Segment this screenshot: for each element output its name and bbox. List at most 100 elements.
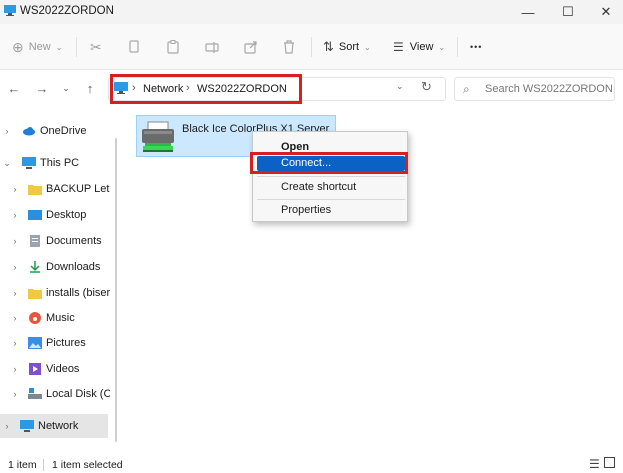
view-button[interactable]: ☰ View ⌄	[393, 36, 445, 58]
sort-label: Sort	[338, 41, 360, 53]
sort-button[interactable]: ⇅ Sort ⌄	[323, 36, 371, 58]
chevron-right-icon: ›	[13, 288, 17, 298]
arrow-up-icon: ↑	[86, 80, 94, 96]
sidebar-item-backup[interactable]: › BACKUP Letolt	[0, 177, 110, 201]
paste-button[interactable]	[167, 36, 179, 58]
sidebar-item-label: Documents	[46, 235, 102, 247]
trash-icon	[284, 40, 294, 54]
close-icon: ✕	[600, 4, 612, 19]
sidebar-item-local-disk[interactable]: › Local Disk (C:)	[0, 382, 110, 406]
menu-item-properties[interactable]: Properties	[281, 204, 331, 216]
sidebar-item-videos[interactable]: › Videos	[0, 357, 110, 381]
chevron-right-icon: ›	[13, 389, 17, 399]
sidebar-scrollbar[interactable]	[115, 138, 117, 442]
view-icon: ☰	[393, 40, 404, 54]
delete-button[interactable]	[283, 36, 295, 58]
chevron-down-icon: ⌄	[62, 82, 70, 93]
details-view-icon[interactable]: ☰	[589, 457, 600, 471]
chevron-right-icon: ›	[5, 421, 9, 431]
pictures-icon	[28, 337, 42, 349]
network-icon	[20, 420, 34, 432]
videos-icon	[29, 363, 41, 375]
view-label: View	[409, 41, 434, 53]
recent-locations-button[interactable]: ⌄	[58, 80, 74, 96]
sidebar-item-documents[interactable]: › Documents	[0, 229, 110, 253]
chevron-right-icon: ›	[13, 364, 17, 374]
sidebar-item-label: Videos	[46, 363, 80, 375]
copy-icon	[129, 40, 139, 53]
item-count: 1 item	[8, 459, 37, 471]
refresh-icon: ↻	[421, 79, 432, 94]
search-icon: ⌕	[463, 82, 470, 96]
rename-icon	[205, 42, 219, 53]
pc-icon	[22, 157, 36, 169]
sidebar-item-label: BACKUP Letolt	[46, 183, 110, 195]
chevron-down-icon: ⌄	[3, 157, 11, 168]
tiles-view-icon[interactable]	[604, 457, 615, 468]
address-dropdown-button[interactable]: ⌄	[396, 81, 404, 92]
chevron-down-icon: ⌄	[396, 81, 404, 91]
chevron-right-icon: ›	[13, 184, 17, 194]
chevron-right-icon: ›	[13, 313, 17, 323]
share-button[interactable]	[244, 36, 258, 58]
sidebar-item-label: Desktop	[46, 209, 87, 221]
minimize-button[interactable]: —	[508, 0, 548, 24]
sidebar-item-network[interactable]: › Network	[0, 414, 110, 438]
back-button[interactable]: ←	[6, 80, 22, 96]
folder-icon	[28, 289, 42, 299]
search-box[interactable]: ⌕ Search WS2022ZORDON	[454, 77, 615, 101]
rename-button[interactable]	[205, 36, 219, 58]
toolbar-divider	[457, 37, 458, 57]
up-button[interactable]: ↑	[82, 80, 98, 96]
chevron-right-icon: ›	[13, 262, 17, 272]
navigation-row: ← → ⌄ ↑ › Network › WS2022ZORDON ⌄ ↻ ⌕ S…	[0, 70, 623, 110]
sort-icon: ⇅	[323, 39, 334, 54]
toolbar-divider	[76, 37, 77, 57]
sidebar-item-installs[interactable]: › installs (biserve	[0, 281, 110, 305]
sidebar-item-label: OneDrive	[40, 125, 87, 137]
chevron-right-icon: ›	[5, 126, 9, 136]
connect-annotation-box	[250, 152, 408, 174]
cut-button[interactable]: ✂	[90, 36, 102, 58]
sidebar-item-music[interactable]: › Music	[0, 306, 110, 330]
chevron-down-icon: ⌄	[438, 42, 446, 52]
chevron-right-icon: ›	[13, 210, 17, 220]
arrow-left-icon: ←	[7, 80, 21, 96]
sidebar-item-label: installs (biserve	[46, 287, 110, 299]
minimize-icon: —	[521, 4, 535, 20]
sidebar-item-onedrive[interactable]: › OneDrive	[0, 119, 110, 143]
plus-circle-icon: ⊕	[12, 38, 24, 55]
more-options-button[interactable]: •••	[470, 36, 482, 58]
search-input[interactable]: Search WS2022ZORDON	[485, 83, 613, 95]
disk-icon	[28, 388, 42, 399]
new-label: New	[28, 41, 51, 53]
status-bar: 1 item 1 item selected ☰	[0, 445, 623, 473]
maximize-icon: ☐	[562, 4, 574, 19]
maximize-button[interactable]: ☐	[548, 0, 588, 24]
address-annotation-box	[110, 74, 302, 104]
share-icon	[244, 41, 257, 54]
scissors-icon: ✂	[90, 38, 102, 55]
printer-icon	[142, 121, 174, 152]
music-icon	[29, 312, 41, 324]
sidebar-item-label: Pictures	[46, 337, 86, 349]
sidebar-item-desktop[interactable]: › Desktop	[0, 203, 110, 227]
copy-button[interactable]	[128, 36, 140, 58]
window-title: WS2022ZORDON	[20, 5, 114, 17]
clipboard-icon	[167, 40, 179, 54]
sidebar-item-label: This PC	[40, 157, 80, 169]
refresh-button[interactable]: ↻	[421, 79, 432, 95]
command-bar: ⊕ New ⌄ ✂ ⇅ Sort ⌄ ☰ View ⌄ •••	[0, 24, 623, 70]
menu-item-create-shortcut[interactable]: Create shortcut	[281, 181, 356, 193]
sidebar-item-downloads[interactable]: › Downloads	[0, 255, 110, 279]
close-button[interactable]: ✕	[586, 0, 623, 24]
title-bar: WS2022ZORDON — ☐ ✕	[0, 0, 623, 24]
forward-button[interactable]: →	[34, 80, 50, 96]
new-button[interactable]: ⊕ New ⌄	[12, 36, 62, 58]
context-menu: Open Connect... Create shortcut Properti…	[252, 131, 408, 222]
folder-icon	[28, 185, 42, 195]
sidebar-item-label: Downloads	[46, 261, 101, 273]
menu-divider	[257, 199, 405, 200]
sidebar-item-pictures[interactable]: › Pictures	[0, 331, 110, 355]
sidebar-item-this-pc[interactable]: ⌄ This PC	[0, 151, 110, 175]
